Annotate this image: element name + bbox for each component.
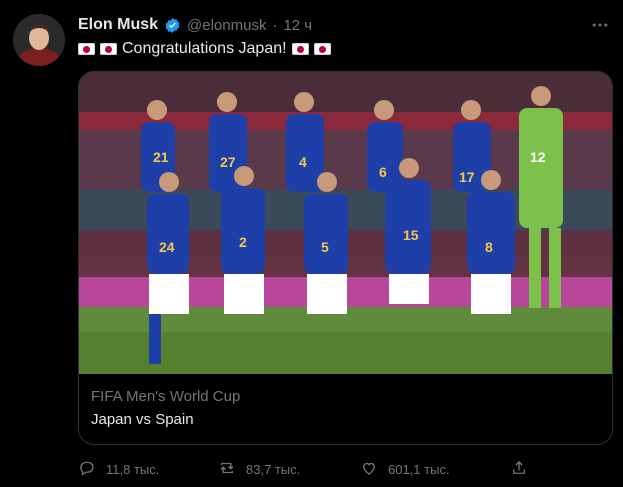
svg-text:17: 17 [459,169,475,185]
japan-flag-icon [78,43,95,55]
share-icon [510,459,528,480]
reply-count: 11,8 тыс. [106,461,160,477]
link-card[interactable]: 21 27 4 6 17 24 2 5 15 8 12 FIFA Men's W… [78,71,613,445]
svg-text:15: 15 [403,227,419,243]
timestamp[interactable]: 12 ч [283,17,312,34]
share-button[interactable] [510,458,528,480]
svg-text:5: 5 [321,239,329,255]
card-title[interactable]: Japan vs Spain [91,411,194,428]
display-name[interactable]: Elon Musk [78,16,158,34]
retweet-count: 83,7 тыс. [246,461,301,477]
svg-text:27: 27 [220,154,236,170]
svg-text:12: 12 [530,149,546,165]
svg-text:4: 4 [299,154,307,170]
tweet[interactable]: Elon Musk @elonmusk · 12 ч Congratulatio… [0,0,623,487]
card-source: FIFA Men's World Cup [91,388,241,405]
tweet-actions: 11,8 тыс. 83,7 тыс. 601,1 тыс. [78,458,538,480]
reply-icon [78,459,96,480]
avatar[interactable] [13,14,65,66]
reply-button[interactable]: 11,8 тыс. [78,458,159,480]
like-icon [360,459,378,480]
tweet-text: Congratulations Japan! [78,38,331,60]
retweet-button[interactable]: 83,7 тыс. [218,458,300,480]
svg-text:2: 2 [239,234,247,250]
like-count: 601,1 тыс. [388,461,450,477]
verified-badge-icon [164,17,181,34]
japan-flag-icon [291,43,309,55]
tweet-message: Congratulations Japan! [122,40,287,57]
team-photo: 21 27 4 6 17 24 2 5 15 8 12 [79,72,612,374]
separator-dot: · [272,16,278,34]
svg-text:6: 6 [379,164,387,180]
handle[interactable]: @elonmusk [187,17,266,34]
more-horizontal-icon[interactable] [589,14,611,36]
avatar-image [13,14,65,66]
japan-flag-icon [100,43,117,55]
svg-text:21: 21 [153,149,169,165]
svg-text:24: 24 [159,239,175,255]
team-photo-image[interactable]: 21 27 4 6 17 24 2 5 15 8 12 [79,72,612,374]
retweet-icon [218,459,236,480]
like-button[interactable]: 601,1 тыс. [360,458,450,480]
tweet-header: Elon Musk @elonmusk · 12 ч [78,14,312,36]
japan-flag-icon [313,43,331,55]
svg-text:8: 8 [485,239,493,255]
